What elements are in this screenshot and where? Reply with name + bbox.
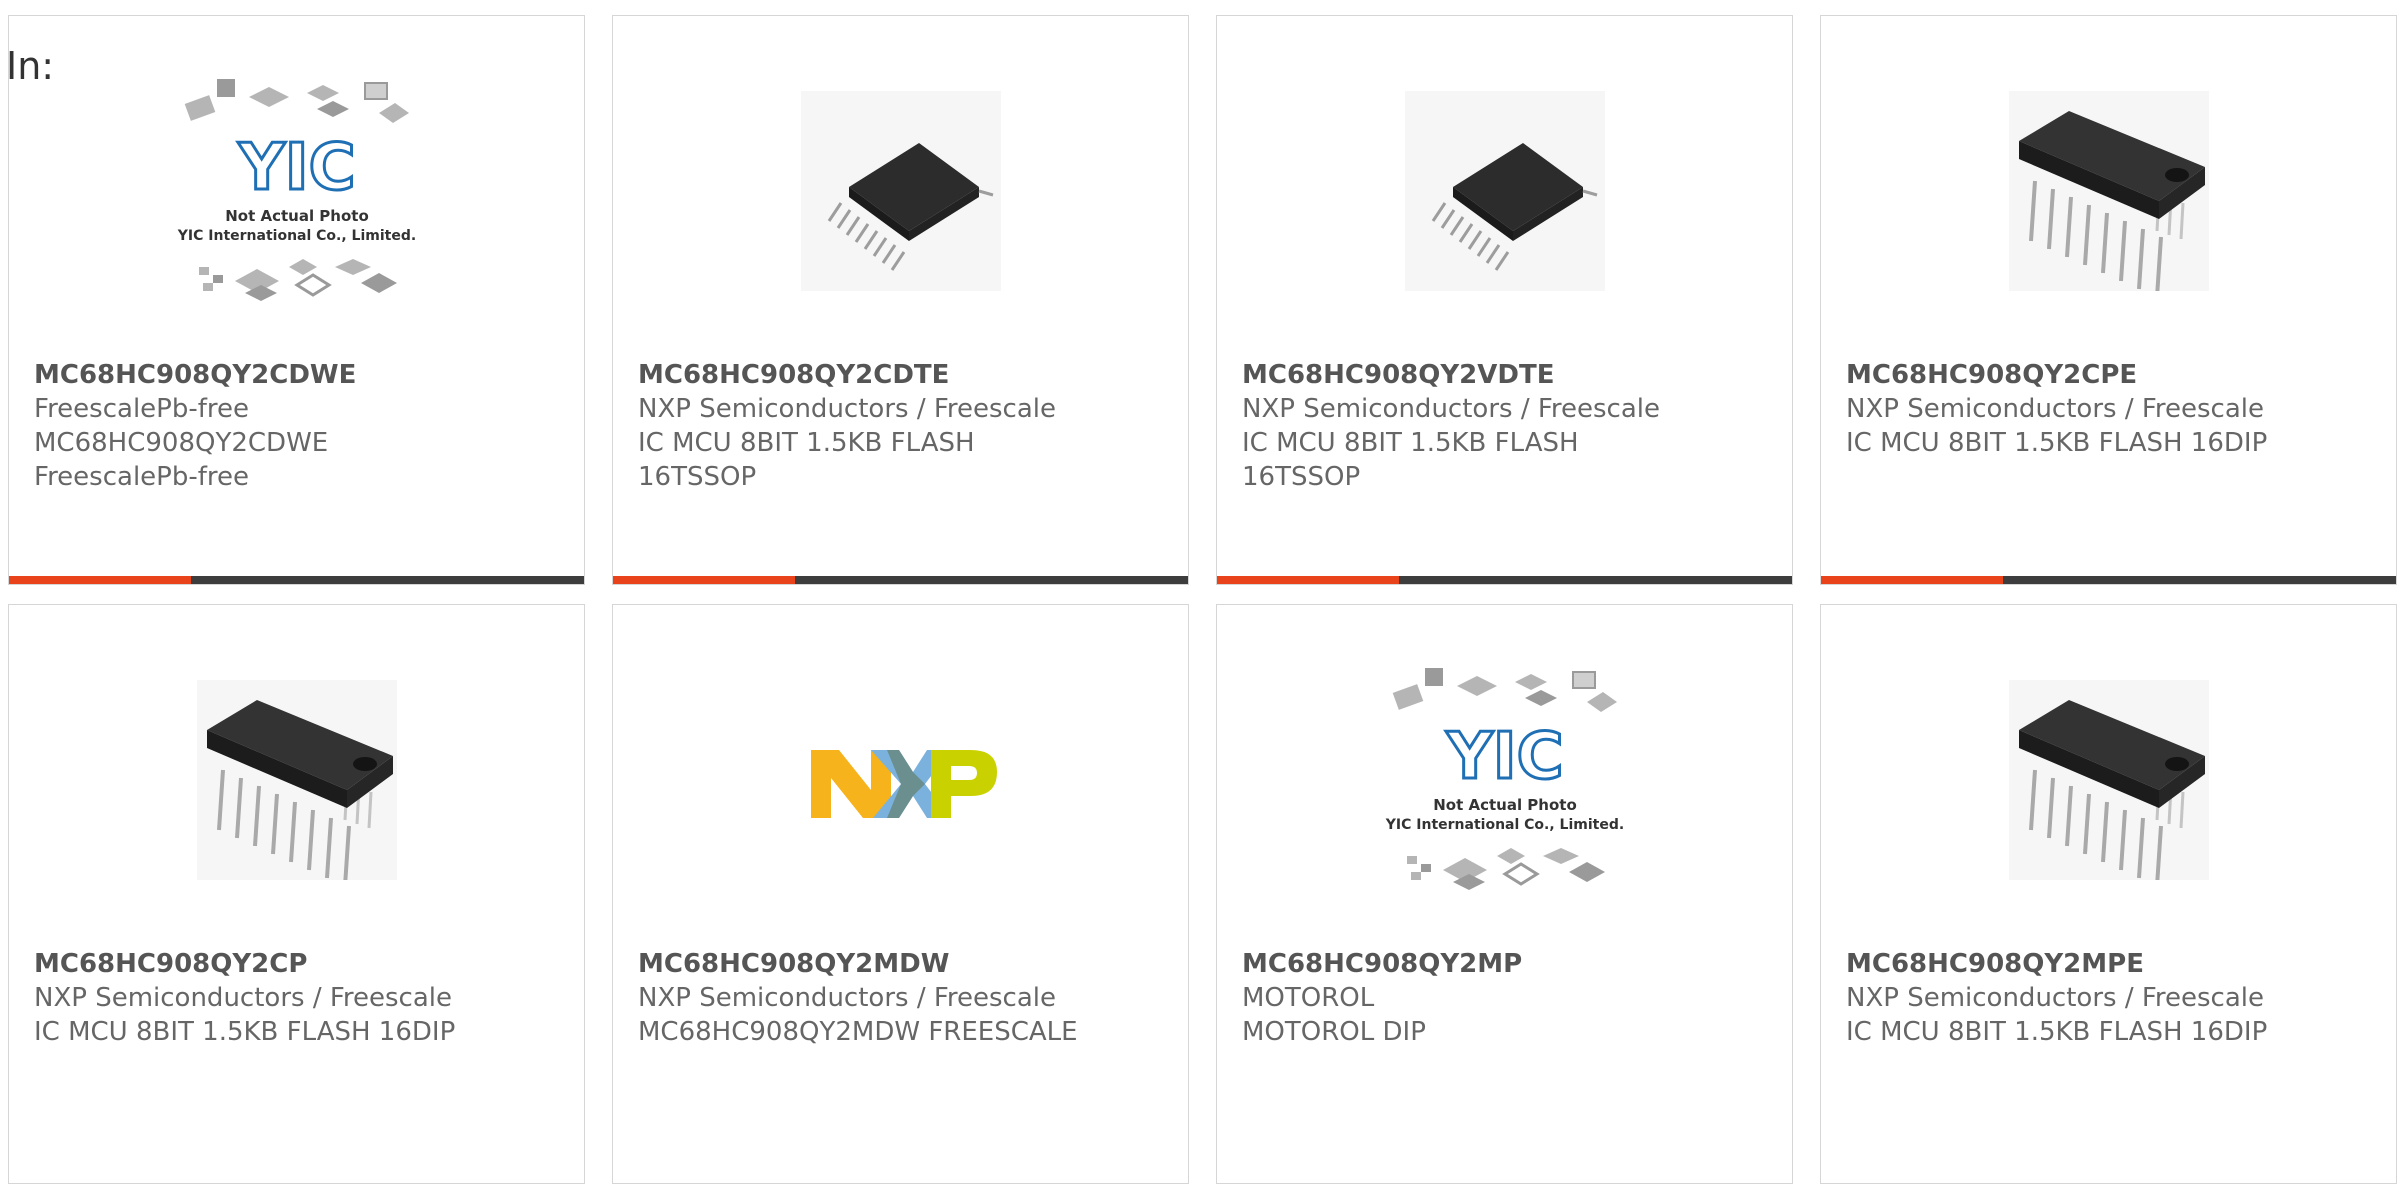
product-description: FreescalePb-free (34, 462, 249, 492)
card-bottom-bar (1821, 576, 2396, 584)
part-number-link[interactable]: MC68HC908QY2MDW (638, 947, 1168, 981)
nxp-logo-icon (810, 750, 997, 818)
part-number-link[interactable]: MC68HC908QY2VDTE (1242, 358, 1772, 392)
product-card[interactable]: MC68HC908QY2CPE NXP Semiconductors / Fre… (1820, 15, 2397, 585)
card-accent-bar (1821, 576, 2003, 584)
in-label: In: (6, 44, 55, 88)
card-bottom-bar (9, 576, 584, 584)
svg-text:Not Actual Photo: Not Actual Photo (1433, 796, 1577, 814)
svg-text:Not Actual Photo: Not Actual Photo (225, 207, 369, 225)
dip-chip-icon (2008, 680, 2209, 880)
card-accent-bar (1217, 576, 1399, 584)
product-manufacturer: NXP Semiconductors / Freescale (1242, 394, 1661, 424)
product-image[interactable] (1217, 71, 1792, 311)
part-number-link[interactable]: MC68HC908QY2CDWE (34, 358, 564, 392)
product-manufacturer: NXP Semiconductors / Freescale (638, 983, 1057, 1013)
product-image[interactable] (1821, 660, 2396, 900)
product-description: IC MCU 8BIT 1.5KB FLASH 16DIP (34, 1017, 456, 1047)
card-bottom-bar (613, 576, 1188, 584)
part-number-link[interactable]: MC68HC908QY2MP (1242, 947, 1772, 981)
product-manufacturer: NXP Semiconductors / Freescale (1846, 983, 2265, 1013)
product-image[interactable]: YIC Not Actual Photo YIC International Co.… (1217, 660, 1792, 900)
product-description: IC MCU 8BIT 1.5KB FLASH (1242, 428, 1579, 458)
product-image[interactable] (9, 660, 584, 900)
product-card[interactable]: MC68HC908QY2CDTE NXP Semiconductors / Fr… (612, 15, 1189, 585)
product-description: IC MCU 8BIT 1.5KB FLASH 16DIP (1846, 428, 2268, 458)
part-number-link[interactable]: MC68HC908QY2MPE (1846, 947, 2376, 981)
card-accent-bar (613, 576, 795, 584)
product-image[interactable] (613, 71, 1188, 311)
product-manufacturer: FreescalePb-free (34, 394, 249, 424)
dip-chip-icon (2008, 91, 2209, 291)
product-card[interactable]: MC68HC908QY2MDW NXP Semiconductors / Fre… (612, 604, 1189, 1184)
svg-text:YIC International Co., Limited: YIC International Co., Limited. (176, 228, 415, 244)
product-description: 16TSSOP (638, 462, 757, 492)
product-card[interactable]: MC68HC908QY2MPE NXP Semiconductors / Fre… (1820, 604, 2397, 1184)
part-number-link[interactable]: MC68HC908QY2CP (34, 947, 564, 981)
svg-text:YIC International Co., Limited: YIC International Co., Limited. (1384, 817, 1623, 833)
product-description: MOTOROL DIP (1242, 1017, 1426, 1047)
svg-text:YIC: YIC (1445, 720, 1563, 794)
product-image[interactable] (613, 660, 1188, 900)
card-accent-bar (9, 576, 191, 584)
product-image[interactable] (1821, 71, 2396, 311)
tssop-chip-icon (800, 91, 1001, 291)
product-description: MC68HC908QY2MDW FREESCALE (638, 1017, 1078, 1047)
part-number-link[interactable]: MC68HC908QY2CPE (1846, 358, 2376, 392)
dip-chip-icon (196, 680, 397, 880)
product-image[interactable]: YIC Not Actual Photo YIC International Co.… (9, 71, 584, 311)
product-card[interactable]: YIC Not Actual Photo YIC International Co.… (8, 15, 585, 585)
card-bottom-bar (1217, 576, 1792, 584)
svg-text:YIC: YIC (237, 131, 355, 205)
product-description: IC MCU 8BIT 1.5KB FLASH 16DIP (1846, 1017, 2268, 1047)
product-manufacturer: NXP Semiconductors / Freescale (638, 394, 1057, 424)
placeholder-photo-icon: YIC Not Actual Photo YIC International Co.… (176, 79, 416, 301)
placeholder-photo-icon: YIC Not Actual Photo YIC International Co.… (1384, 668, 1624, 890)
part-number-link[interactable]: MC68HC908QY2CDTE (638, 358, 1168, 392)
product-description: IC MCU 8BIT 1.5KB FLASH (638, 428, 975, 458)
product-manufacturer: NXP Semiconductors / Freescale (34, 983, 453, 1013)
product-card[interactable]: MC68HC908QY2VDTE NXP Semiconductors / Fr… (1216, 15, 1793, 585)
product-description: 16TSSOP (1242, 462, 1361, 492)
product-manufacturer: NXP Semiconductors / Freescale (1846, 394, 2265, 424)
product-manufacturer: MOTOROL (1242, 983, 1375, 1013)
product-card[interactable]: YIC Not Actual Photo YIC International Co.… (1216, 604, 1793, 1184)
product-card[interactable]: MC68HC908QY2CP NXP Semiconductors / Free… (8, 604, 585, 1184)
product-description: MC68HC908QY2CDWE (34, 428, 329, 458)
tssop-chip-icon (1404, 91, 1605, 291)
